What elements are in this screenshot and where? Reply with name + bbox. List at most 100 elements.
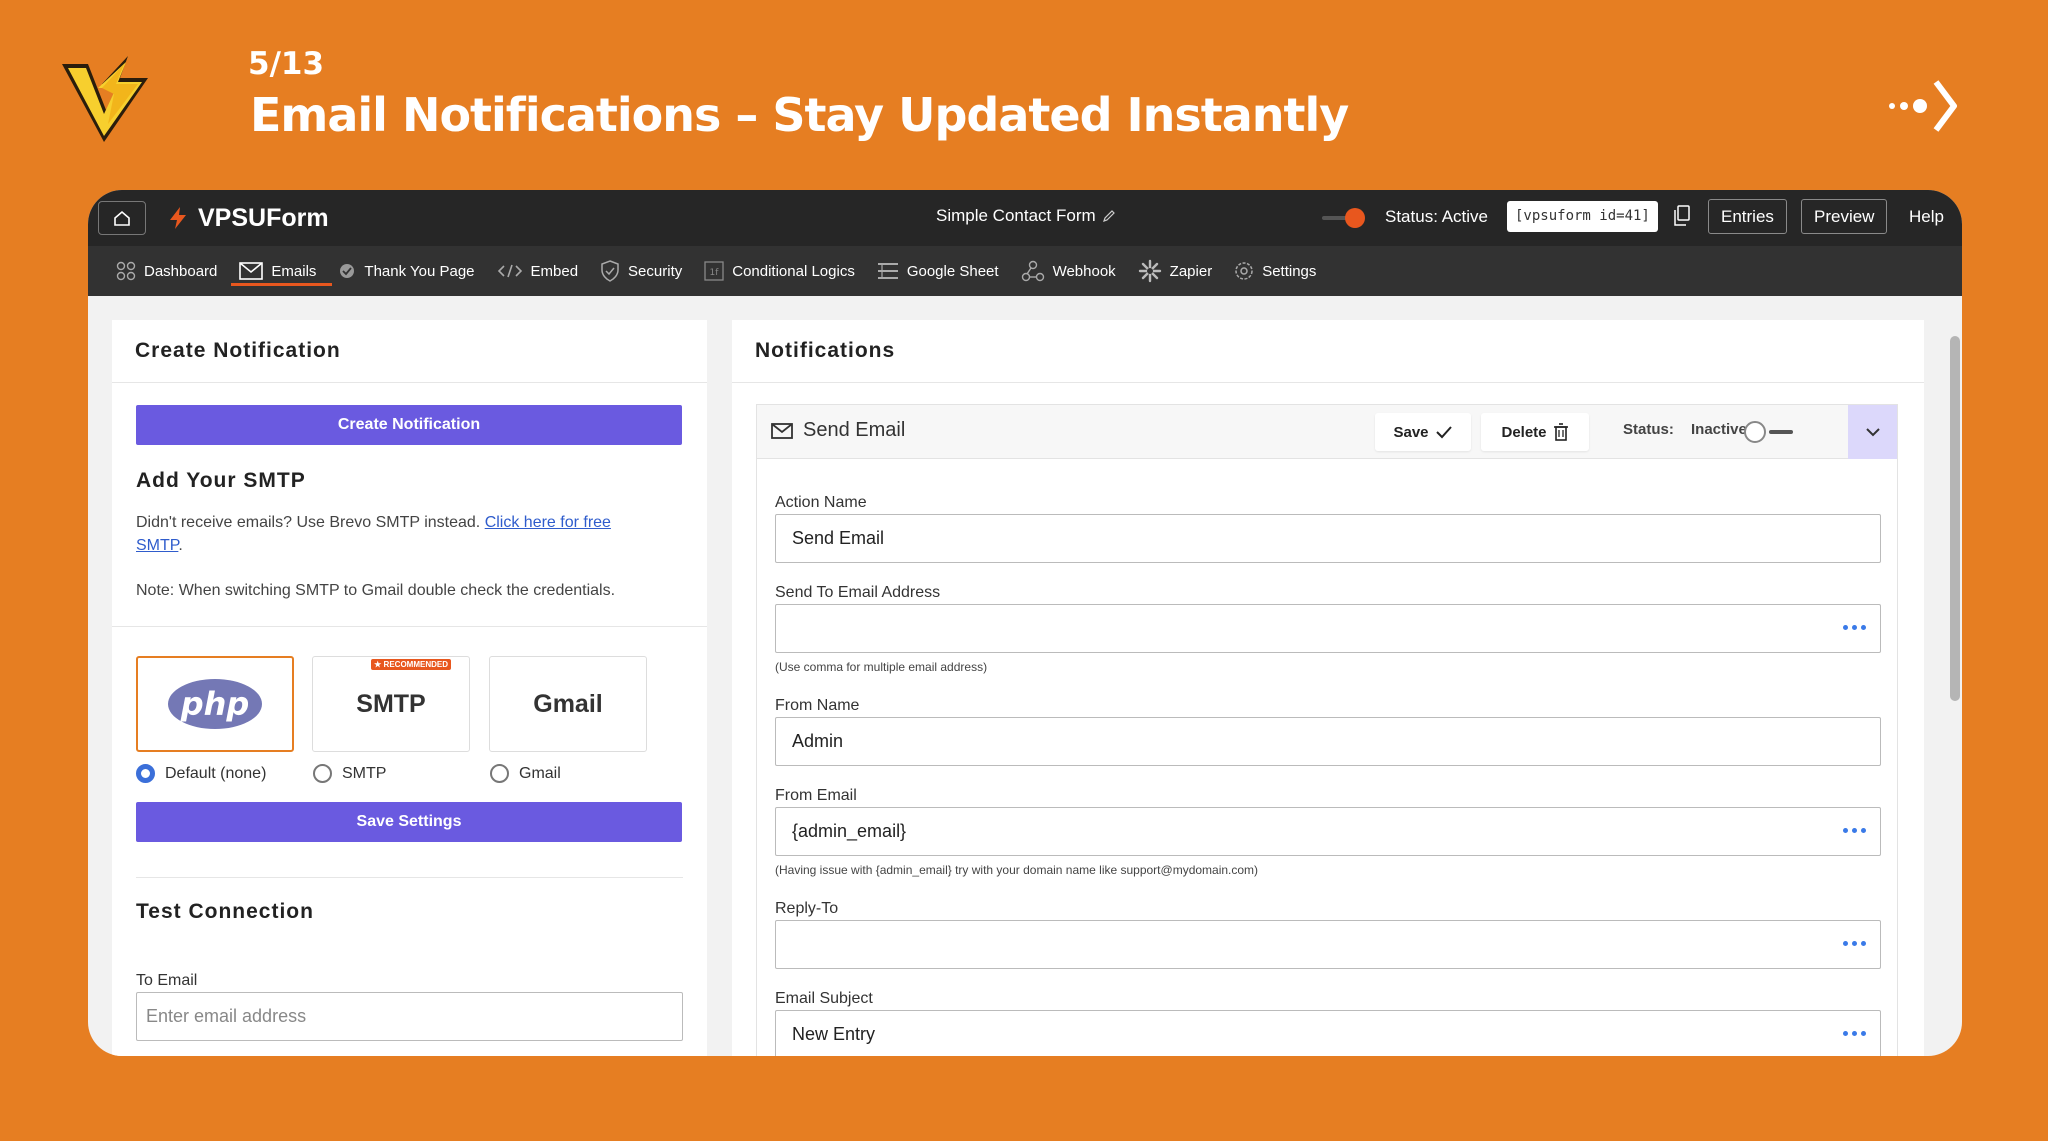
nav-google-sheet[interactable]: Google Sheet bbox=[877, 246, 999, 296]
reply-to-input[interactable] bbox=[775, 920, 1881, 969]
logic-icon: 1f bbox=[704, 261, 724, 281]
scrollbar-thumb[interactable] bbox=[1950, 336, 1960, 701]
nav-webhook[interactable]: Webhook bbox=[1021, 246, 1116, 296]
action-title-label: Send Email bbox=[803, 419, 906, 441]
send-email-action: Send Email Save Delete Status: Inactive bbox=[756, 404, 1898, 1056]
create-notification-button[interactable]: Create Notification bbox=[136, 405, 682, 445]
radio-default-dot[interactable] bbox=[136, 764, 155, 783]
dashboard-icon bbox=[116, 261, 136, 281]
send-to-input[interactable] bbox=[775, 604, 1881, 653]
from-email-help: (Having issue with {admin_email} try wit… bbox=[775, 863, 1259, 877]
notifications-title: Notifications bbox=[732, 320, 1924, 383]
test-connection-title: Test Connection bbox=[136, 900, 314, 923]
gmail-card-label: Gmail bbox=[533, 689, 603, 718]
reply-to-label: Reply-To bbox=[775, 900, 839, 917]
smtp-note: Note: When switching SMTP to Gmail doubl… bbox=[136, 582, 616, 599]
notifications-panel: Notifications Send Email Save Delete Sta… bbox=[732, 320, 1924, 1056]
free-smtp-link[interactable]: Click here for free bbox=[485, 514, 611, 531]
radio-smtp-dot[interactable] bbox=[313, 764, 332, 783]
action-name-input[interactable]: Send Email bbox=[775, 514, 1881, 563]
recommended-badge: ★ RECOMMENDED bbox=[371, 659, 451, 670]
smtp-info: Didn't receive emails? Use Brevo SMTP in… bbox=[136, 511, 666, 557]
divider bbox=[112, 626, 707, 627]
nav-thank-you-label: Thank You Page bbox=[364, 262, 475, 280]
delete-action-button[interactable]: Delete bbox=[1481, 413, 1589, 451]
email-subject-value: New Entry bbox=[792, 1024, 876, 1044]
radio-gmail[interactable]: Gmail bbox=[490, 764, 561, 783]
radio-smtp-label: SMTP bbox=[342, 764, 387, 782]
smtp-card[interactable]: ★ RECOMMENDED SMTP bbox=[312, 656, 470, 752]
nav-settings-label: Settings bbox=[1262, 262, 1317, 280]
from-name-label: From Name bbox=[775, 697, 860, 714]
status-toggle[interactable] bbox=[1322, 207, 1366, 229]
scrollbar[interactable] bbox=[1950, 320, 1960, 1056]
top-bar: VPSUForm Simple Contact Form Status: Act… bbox=[88, 190, 1962, 246]
action-status-value: Inactive bbox=[1691, 421, 1747, 438]
action-header: Send Email Save Delete Status: Inactive bbox=[757, 405, 1897, 459]
email-subject-input[interactable]: New Entry bbox=[775, 1010, 1881, 1056]
more-options-icon[interactable] bbox=[1843, 625, 1866, 630]
check-circle-icon bbox=[340, 264, 355, 278]
nav-security-label: Security bbox=[628, 262, 683, 280]
gmail-card[interactable]: Gmail bbox=[489, 656, 647, 752]
form-status: Status: Active bbox=[1385, 207, 1488, 226]
shield-icon bbox=[601, 260, 619, 282]
more-options-icon[interactable] bbox=[1843, 1031, 1866, 1036]
smtp-info-text: Didn't receive emails? Use Brevo SMTP in… bbox=[136, 514, 481, 531]
smtp-period: . bbox=[178, 537, 183, 554]
help-link[interactable]: Help bbox=[1909, 207, 1944, 227]
home-icon bbox=[114, 210, 130, 226]
nav-dashboard[interactable]: Dashboard bbox=[116, 246, 217, 296]
next-arrow-icon[interactable] bbox=[1888, 78, 1958, 134]
nav-embed[interactable]: Embed bbox=[497, 246, 579, 296]
nav-embed-label: Embed bbox=[530, 262, 579, 280]
form-name[interactable]: Simple Contact Form bbox=[936, 206, 1116, 226]
svg-text:1f: 1f bbox=[710, 268, 720, 278]
nav-conditional-logics[interactable]: 1f Conditional Logics bbox=[704, 246, 855, 296]
preview-button[interactable]: Preview bbox=[1801, 199, 1888, 234]
save-action-label: Save bbox=[1393, 423, 1429, 441]
action-status-toggle[interactable] bbox=[1743, 419, 1795, 445]
slide-counter: 5/13 bbox=[248, 46, 325, 82]
save-action-button[interactable]: Save bbox=[1375, 413, 1471, 451]
nav-zapier[interactable]: Zapier bbox=[1138, 246, 1213, 296]
send-to-label: Send To Email Address bbox=[775, 584, 941, 601]
nav-zapier-label: Zapier bbox=[1169, 262, 1213, 280]
nav-webhook-label: Webhook bbox=[1052, 262, 1116, 280]
smtp-section-title: Add Your SMTP bbox=[136, 469, 306, 492]
from-email-input[interactable]: {admin_email} bbox=[775, 807, 1881, 856]
save-settings-button[interactable]: Save Settings bbox=[136, 802, 682, 842]
copy-icon[interactable] bbox=[1673, 205, 1691, 227]
nav-emails-label: Emails bbox=[271, 262, 317, 280]
hero-title: Email Notifications – Stay Updated Insta… bbox=[250, 88, 1349, 142]
vpsu-logo-icon bbox=[62, 56, 148, 142]
from-email-label: From Email bbox=[775, 787, 857, 804]
divider bbox=[136, 877, 683, 878]
from-name-input[interactable]: Admin bbox=[775, 717, 1881, 766]
create-notification-panel: Create Notification Create Notification … bbox=[112, 320, 707, 1056]
collapse-button[interactable] bbox=[1848, 405, 1897, 459]
webhook-icon bbox=[1021, 260, 1044, 282]
more-options-icon[interactable] bbox=[1843, 941, 1866, 946]
gear-icon bbox=[1235, 262, 1253, 280]
free-smtp-link-cont[interactable]: SMTP bbox=[136, 537, 178, 554]
radio-gmail-dot[interactable] bbox=[490, 764, 509, 783]
more-options-icon[interactable] bbox=[1843, 828, 1866, 833]
nav-security[interactable]: Security bbox=[600, 246, 682, 296]
nav-settings[interactable]: Settings bbox=[1234, 246, 1316, 296]
radio-default[interactable]: Default (none) bbox=[136, 764, 266, 783]
action-title: Send Email bbox=[771, 419, 905, 442]
send-to-help: (Use comma for multiple email address) bbox=[775, 660, 988, 674]
delete-action-label: Delete bbox=[1501, 423, 1547, 441]
nav-emails[interactable]: Emails bbox=[231, 246, 333, 296]
php-mail-card[interactable]: php bbox=[136, 656, 294, 752]
shortcode-box[interactable]: [vpsuform id=41] bbox=[1507, 201, 1658, 232]
entries-button[interactable]: Entries bbox=[1708, 199, 1787, 234]
action-name-label: Action Name bbox=[775, 494, 867, 511]
nav-thank-you-page[interactable]: Thank You Page bbox=[338, 246, 475, 296]
home-button[interactable] bbox=[98, 201, 146, 235]
to-email-input[interactable]: Enter email address bbox=[136, 992, 683, 1041]
nav-google-sheet-label: Google Sheet bbox=[906, 262, 999, 280]
radio-smtp[interactable]: SMTP bbox=[313, 764, 386, 783]
app-window: VPSUForm Simple Contact Form Status: Act… bbox=[88, 190, 1962, 1056]
